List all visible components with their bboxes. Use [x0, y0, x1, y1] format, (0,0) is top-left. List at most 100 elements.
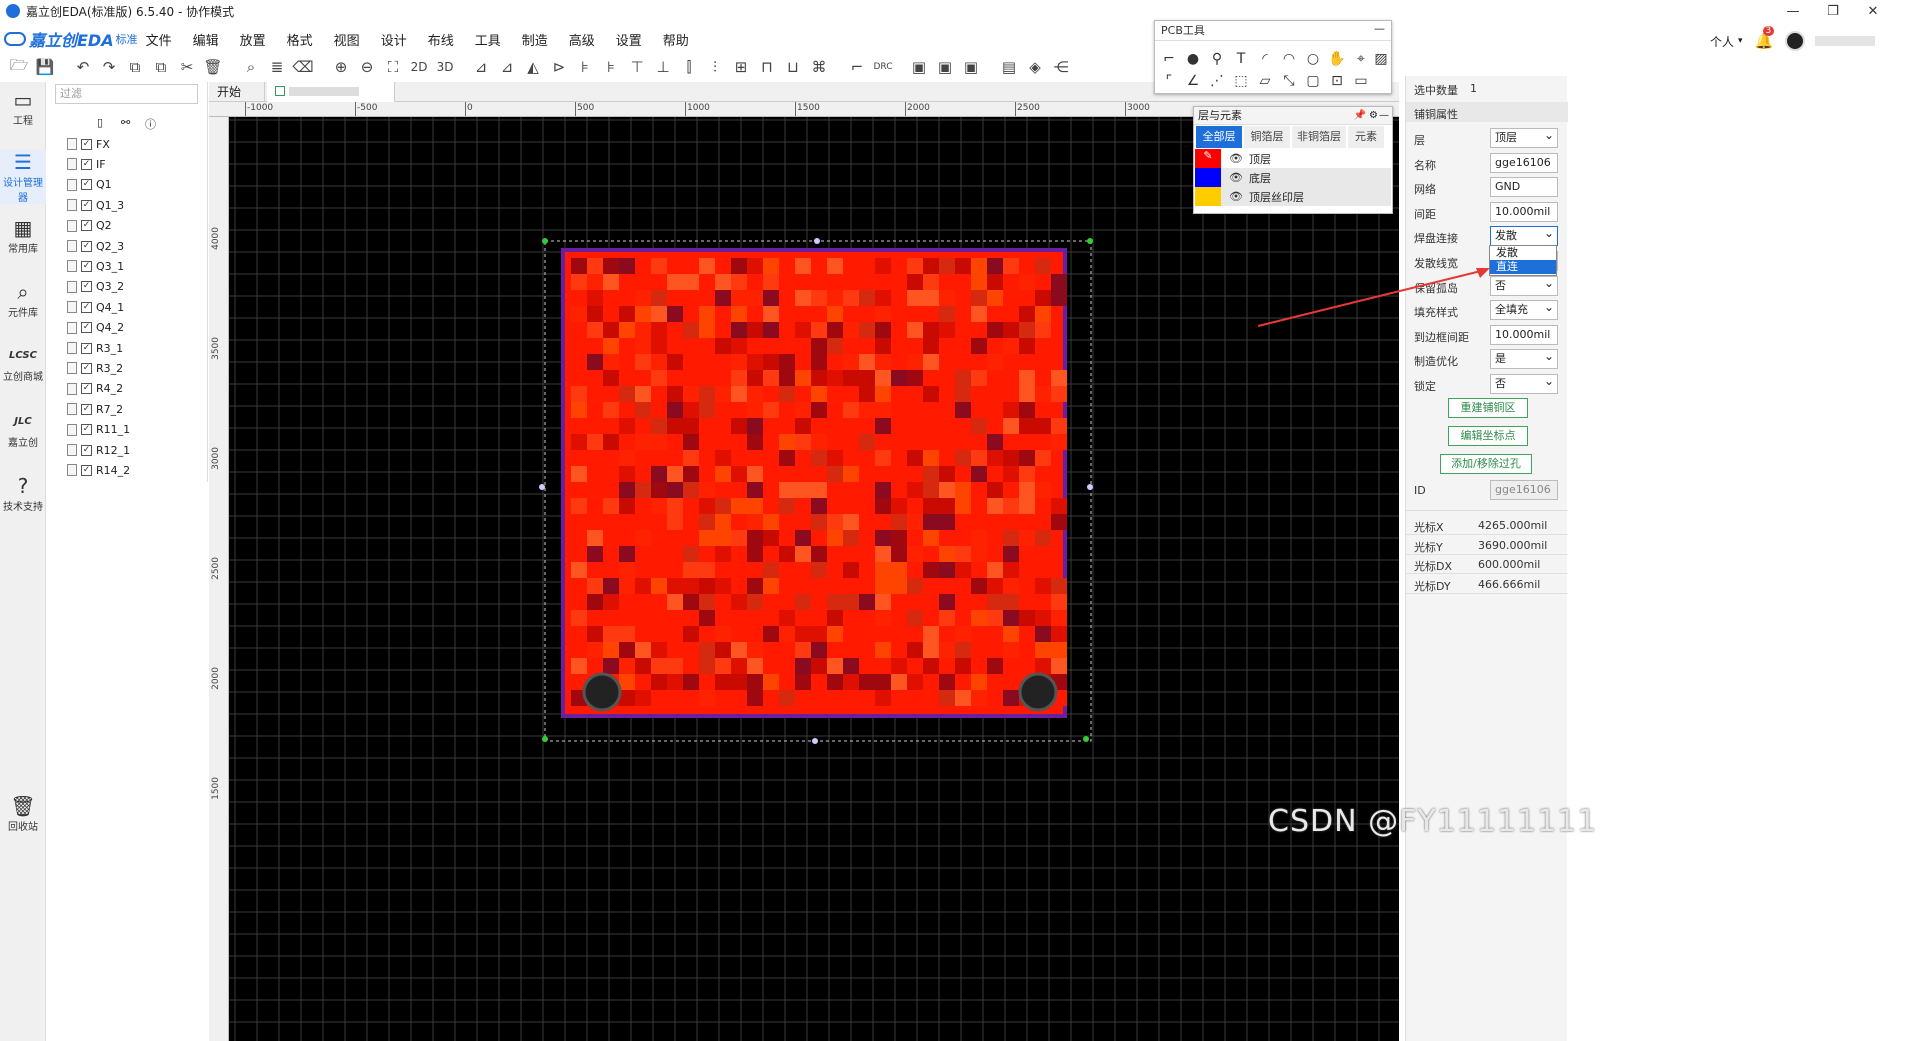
prop-select[interactable]: 顶层 — [1490, 126, 1558, 148]
eye-icon[interactable]: 👁 — [1229, 190, 1249, 203]
rail-support[interactable]: ? 技术支持 — [0, 474, 46, 513]
open-icon[interactable]: 🗁 — [8, 56, 30, 78]
checkbox[interactable]: ✓ — [81, 322, 92, 334]
filter-input[interactable]: 过滤 — [55, 84, 198, 104]
menu-view[interactable]: 视图 — [334, 30, 360, 49]
copy-icon[interactable]: ⧉ — [124, 56, 146, 78]
pad-icon[interactable]: ● — [1183, 49, 1203, 69]
tree-item[interactable]: ✓ Q1_3 — [67, 195, 124, 215]
handle-mr[interactable] — [1087, 484, 1093, 490]
checkbox[interactable]: ✓ — [81, 342, 92, 354]
polygon-icon[interactable]: ⏥ — [1255, 71, 1275, 91]
layer-row-top-silk[interactable]: 👁 顶层丝印层 — [1195, 187, 1391, 206]
align-top-icon[interactable]: ⊧ — [574, 56, 596, 78]
flip-icon[interactable]: ⊿ — [496, 56, 518, 78]
bell-icon[interactable]: 🔔 3 — [1755, 26, 1775, 50]
prop-select[interactable]: 否 — [1490, 274, 1558, 296]
checkbox[interactable]: ✓ — [81, 444, 92, 456]
menu-fabricate[interactable]: 制造 — [522, 30, 548, 49]
arrange-icon[interactable]: ⌘ — [808, 56, 830, 78]
copper-area-icon[interactable]: ⊡ — [1327, 71, 1347, 91]
layer-row-top[interactable]: ✎ 👁 顶层 — [1195, 149, 1391, 168]
angle-icon[interactable]: ∠ — [1183, 71, 1203, 91]
tree-item[interactable]: ✓ R14_2 — [67, 460, 130, 480]
rail-component-library[interactable]: ⌕ 元件库 — [0, 280, 46, 319]
redo-icon[interactable]: ↷ — [98, 56, 120, 78]
tree-item[interactable]: ✓ R4_2 — [67, 379, 123, 399]
layers-tab-elements[interactable]: 元素 — [1348, 126, 1384, 148]
circle-icon[interactable]: ○ — [1303, 49, 1323, 69]
fit-view-icon[interactable]: ⛶ — [382, 56, 404, 78]
distribute-v-icon[interactable]: ⫶ — [704, 56, 726, 78]
zoom-in-icon[interactable]: ⊕ — [330, 56, 352, 78]
drc-button[interactable]: DRC — [872, 56, 894, 78]
tree-item[interactable]: ✓ Q2 — [67, 216, 112, 236]
list-view-icon[interactable]: ▯ — [97, 116, 103, 129]
tree-item[interactable]: ✓ R12_1 — [67, 440, 130, 460]
prop-select[interactable]: 发散 — [1490, 224, 1558, 247]
align-left-icon[interactable]: ⊿ — [470, 56, 492, 78]
ungroup-icon[interactable]: ⊔ — [782, 56, 804, 78]
checkbox[interactable]: ✓ — [81, 424, 92, 436]
handle-ml[interactable] — [539, 484, 545, 490]
rail-jlc[interactable]: JLC 嘉立创 — [0, 410, 46, 449]
align-hcenter-icon[interactable]: ⊥ — [652, 56, 674, 78]
rail-project[interactable]: ▭ 工程 — [0, 88, 46, 127]
track-icon[interactable]: ⌐ — [1159, 49, 1179, 69]
handle-bm[interactable] — [812, 738, 818, 744]
eraser-icon[interactable]: ⌫ — [292, 56, 314, 78]
handle-tl[interactable] — [542, 238, 548, 244]
image-icon[interactable]: ▤ — [998, 56, 1020, 78]
arc2-icon[interactable]: ◠ — [1279, 49, 1299, 69]
tree-item[interactable]: ✓ Q4_1 — [67, 297, 124, 317]
find-replace-icon[interactable]: ≣ — [266, 56, 288, 78]
layers-tab-copper[interactable]: 铜箔层 — [1244, 126, 1290, 148]
prop-select[interactable]: 否 — [1490, 372, 1558, 394]
menu-tools[interactable]: 工具 — [475, 30, 501, 49]
checkbox[interactable]: ✓ — [81, 220, 92, 232]
via-icon[interactable]: ⚲ — [1207, 49, 1227, 69]
handle-tm[interactable] — [814, 238, 820, 244]
eye-icon[interactable]: 👁 — [1229, 152, 1249, 165]
tree-item[interactable]: ✓ R7_2 — [67, 399, 123, 419]
rail-lcsc-store[interactable]: LCSC 立创商城 — [0, 344, 46, 383]
save-icon[interactable]: 💾 — [34, 56, 56, 78]
tree-item[interactable]: ✓ Q3_2 — [67, 277, 124, 297]
menu-file[interactable]: 文件 — [146, 30, 172, 49]
share-icon[interactable]: ⋲ — [1050, 56, 1072, 78]
undo-icon[interactable]: ↶ — [72, 56, 94, 78]
checkbox[interactable]: ✓ — [81, 383, 92, 395]
layers-tab-all[interactable]: 全部层 — [1196, 126, 1242, 148]
rect-icon[interactable]: ▢ — [1303, 71, 1323, 91]
checkbox[interactable]: ✓ — [81, 138, 92, 150]
maximize-icon[interactable]: ❐ — [1813, 0, 1853, 22]
prop-select[interactable]: 全填充 — [1490, 298, 1558, 321]
minimize-panel-icon[interactable]: — — [1374, 22, 1385, 35]
keepout-icon[interactable]: ▭ — [1351, 71, 1371, 91]
layer-swatch[interactable] — [1195, 187, 1221, 206]
prop-input[interactable]: gge16106 — [1490, 152, 1558, 173]
menu-format[interactable]: 格式 — [287, 30, 313, 49]
prop-input[interactable]: 10.000mil — [1490, 201, 1558, 222]
region-icon[interactable]: ⬚ — [1231, 71, 1251, 91]
layer-swatch[interactable] — [1195, 168, 1221, 187]
handle-br[interactable] — [1083, 736, 1089, 742]
prop-input[interactable]: GND — [1490, 177, 1558, 198]
align-vcenter-icon[interactable]: ⊤ — [626, 56, 648, 78]
align-bottom-icon[interactable]: ⊧ — [600, 56, 622, 78]
image-tool-icon[interactable]: ▨ — [1371, 49, 1391, 69]
text-icon[interactable]: T — [1231, 49, 1251, 69]
zoom-out-icon[interactable]: ⊖ — [356, 56, 378, 78]
menu-help[interactable]: 帮助 — [663, 30, 689, 49]
layer-row-bottom[interactable]: 👁 底层 — [1195, 168, 1391, 187]
fill-icon[interactable]: ⤡ — [1279, 71, 1299, 91]
fabrication-icon[interactable]: ▣ — [960, 56, 982, 78]
minimize-icon[interactable]: — — [1773, 0, 1813, 22]
minimize-panel-icon[interactable]: — — [1379, 107, 1389, 125]
mirror-icon[interactable]: ◭ — [522, 56, 544, 78]
layer-swatch[interactable]: ✎ — [1195, 149, 1221, 168]
pin-icon[interactable]: 📌 — [1354, 107, 1366, 125]
prop-input[interactable]: 10.000mil — [1490, 324, 1558, 345]
checkbox[interactable]: ✓ — [81, 362, 92, 374]
menu-advanced[interactable]: 高级 — [569, 30, 595, 49]
